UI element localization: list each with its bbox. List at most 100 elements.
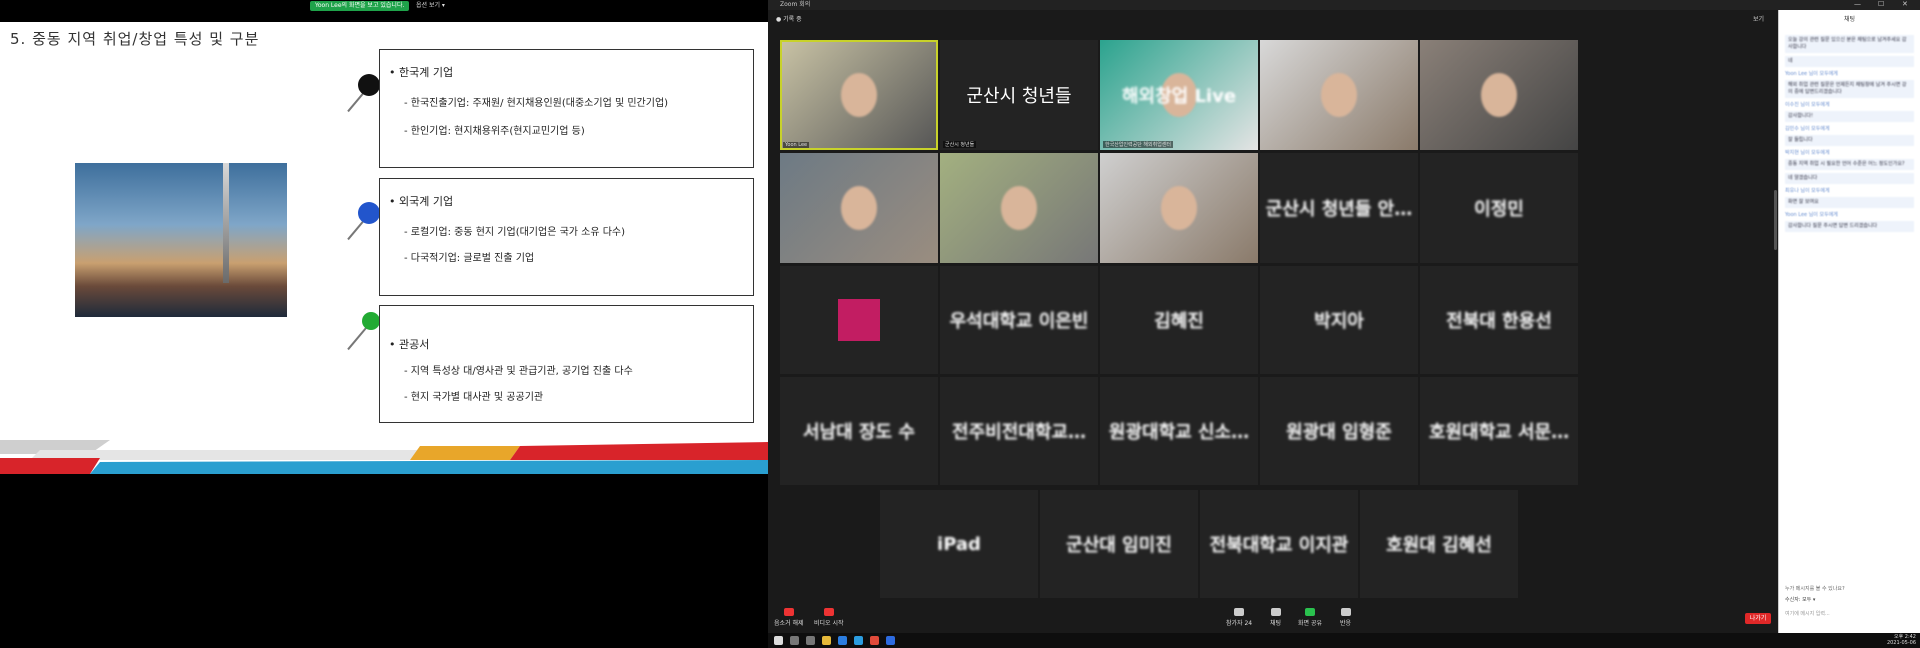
participant-face: [1001, 186, 1037, 230]
share-screen-button[interactable]: 화면 공유: [1298, 608, 1322, 627]
participant-tile[interactable]: [1420, 40, 1578, 150]
zoom-taskbar-icon[interactable]: [886, 636, 895, 645]
close-icon[interactable]: ✕: [1902, 0, 1908, 8]
burj-tower-shape: [223, 163, 229, 283]
participant-display-name: 해외창업 Live: [1121, 86, 1237, 107]
participant-name-label: Yoon Lee: [783, 142, 810, 148]
participant-tile[interactable]: Yoon Lee: [780, 40, 938, 150]
bullet-glyph: •: [389, 195, 396, 208]
chat-scrollbar[interactable]: [1774, 190, 1777, 250]
reactions-label: 반응: [1340, 620, 1352, 627]
participant-tile[interactable]: [1100, 153, 1258, 263]
participants-count: 24: [1244, 620, 1253, 627]
participants-icon: [1234, 608, 1245, 616]
view-button[interactable]: 보기: [1753, 14, 1764, 23]
chat-message: 중동 지역 취업 시 필요한 언어 수준은 어느 정도인가요?: [1785, 159, 1914, 170]
task-view-icon[interactable]: [806, 636, 815, 645]
participant-tile[interactable]: iPad: [880, 490, 1038, 598]
black-pushpin-icon: [358, 74, 380, 96]
clock-date: 2021-05-06: [1886, 640, 1916, 646]
participant-tile[interactable]: 김혜진: [1100, 266, 1258, 374]
meeting-toolbar: 음소거 해제 비디오 시작 참가자 24 채팅 화면 공유 반응: [768, 603, 1778, 633]
participant-tile[interactable]: 군산시 청년들 안…: [1260, 153, 1418, 263]
participant-display-name: 호원대학교 서문…: [1428, 422, 1570, 443]
chat-message: 감사합니다 질문 주시면 답변 드리겠습니다: [1785, 221, 1914, 232]
chat-message: 최유나 님이 모두에게: [1785, 188, 1830, 194]
chat-message: 이수진 님이 모두에게: [1785, 102, 1830, 108]
participant-tile[interactable]: 호원대 김혜선: [1360, 490, 1518, 598]
participant-tile[interactable]: 전북대 한용선: [1420, 266, 1578, 374]
unmute-button[interactable]: 음소거 해제: [774, 608, 804, 627]
recipient-select[interactable]: 모두 ▾: [1802, 597, 1815, 603]
sharing-badge: Yoon Lee의 화면을 보고 있습니다.: [310, 1, 410, 11]
participant-display-name: 전주비전대학교…: [952, 422, 1086, 443]
participant-tile[interactable]: 전주비전대학교…: [940, 377, 1098, 485]
band-red-left: [0, 458, 100, 474]
participants-button[interactable]: 참가자 24: [1226, 608, 1252, 627]
participant-tile[interactable]: [1260, 40, 1418, 150]
participant-tile[interactable]: 호원대학교 서문…: [1420, 377, 1578, 485]
leave-button[interactable]: 나가기: [1745, 613, 1771, 624]
bullet-glyph: •: [389, 66, 396, 79]
section-box-foreign: • 외국계 기업 - 로컬기업: 중동 현지 기업(대기업은 국가 소유 다수)…: [379, 178, 754, 296]
chat-message: Yoon Lee 님이 모두에게: [1785, 212, 1838, 218]
participant-display-name: 박지아: [1314, 311, 1364, 332]
chat-icon: [1270, 608, 1281, 616]
reactions-button[interactable]: 반응: [1340, 608, 1351, 627]
minimize-icon[interactable]: —: [1854, 0, 1861, 8]
participant-face: [1481, 73, 1517, 117]
system-clock: 오후 2:42 2021-05-06: [1887, 634, 1916, 646]
shared-screen-pane: Yoon Lee의 화면을 보고 있습니다. 옵션 보기 ▾ 5. 중동 지역 …: [0, 0, 768, 648]
section-item: - 다국적기업: 글로벌 진출 기업: [404, 253, 535, 264]
file-explorer-icon[interactable]: [822, 636, 831, 645]
participant-display-name: 원광대 임형준: [1286, 422, 1392, 443]
chat-button[interactable]: 채팅: [1270, 608, 1281, 627]
participant-tile[interactable]: [940, 153, 1098, 263]
participant-tile[interactable]: 군산대 임미진: [1040, 490, 1198, 598]
chat-input[interactable]: 여기에 메시지 입력...: [1785, 610, 1830, 617]
section-box-korean: • 한국계 기업 - 한국진출기업: 주재원/ 현지채용인원(대중소기업 및 민…: [379, 49, 754, 168]
participant-tile[interactable]: 원광대 임형준: [1260, 377, 1418, 485]
chat-header: 채팅: [1843, 16, 1856, 23]
participant-tile[interactable]: 원광대학교 신소…: [1100, 377, 1258, 485]
start-video-label: 비디오 시작: [814, 620, 844, 627]
participant-face: [841, 186, 877, 230]
participant-display-name: 군산대 임미진: [1066, 535, 1172, 556]
chat-message: 오늘 강의 관련 질문 있으신 분은 채팅으로 남겨주세요 감사합니다: [1785, 35, 1914, 53]
zoom-window: Zoom 회의 — ☐ ✕ ● 기록 중 보기 Yoon Lee 군산시 청년들 군…: [768, 0, 1920, 648]
edge-icon[interactable]: [854, 636, 863, 645]
participant-display-name: 전북대학교 이지관: [1209, 535, 1349, 556]
participant-display-name: 이정민: [1474, 199, 1524, 220]
participant-tile[interactable]: [780, 153, 938, 263]
participant-name-label: 한국산업인력공단 해외취업센터: [1103, 141, 1173, 148]
maximize-icon[interactable]: ☐: [1878, 0, 1884, 8]
participant-tile[interactable]: 해외창업 Live 한국산업인력공단 해외취업센터: [1100, 40, 1258, 150]
participant-tile[interactable]: 전북대학교 이지관: [1200, 490, 1358, 598]
chrome-icon[interactable]: [870, 636, 879, 645]
windows-start-icon[interactable]: [774, 636, 783, 645]
chat-visibility-note[interactable]: 누가 메시지를 볼 수 있나요?: [1785, 585, 1845, 592]
section-item: - 로컬기업: 중동 현지 기업(대기업은 국가 소유 다수): [404, 227, 626, 238]
section-box-public: • 관공서 - 지역 특성상 대/영사관 및 관급기관, 공기업 진출 다수 -…: [379, 305, 754, 423]
participant-tile[interactable]: [780, 266, 938, 374]
chat-label: 채팅: [1270, 620, 1282, 627]
participant-tile[interactable]: 군산시 청년들 군산시 청년들: [940, 40, 1098, 150]
edge-browser-icon[interactable]: [838, 636, 847, 645]
chat-message: 해외 취업 관련 질문은 언제든지 채팅창에 남겨 주시면 강의 중에 답변드리…: [1785, 80, 1914, 98]
unmute-label: 음소거 해제: [774, 620, 804, 627]
participant-display-name: 전북대 한용선: [1446, 311, 1552, 332]
slide-title: 5. 중동 지역 취업/창업 특성 및 구분: [10, 30, 260, 48]
start-video-button[interactable]: 비디오 시작: [814, 608, 844, 627]
participant-face: [1161, 186, 1197, 230]
participant-tile[interactable]: 서남대 장도 수: [780, 377, 938, 485]
participant-tile[interactable]: 이정민: [1420, 153, 1578, 263]
view-options-button[interactable]: 옵션 보기 ▾: [412, 1, 449, 11]
participant-tile[interactable]: 박지아: [1260, 266, 1418, 374]
participant-tile[interactable]: 우석대학교 이은빈: [940, 266, 1098, 374]
video-off-icon: [823, 608, 834, 616]
windows-taskbar: 오후 2:42 2021-05-06: [768, 633, 1920, 648]
reactions-icon: [1340, 608, 1351, 616]
search-icon[interactable]: [790, 636, 799, 645]
participant-display-name: 우석대학교 이은빈: [949, 311, 1089, 332]
section-item: - 지역 특성상 대/영사관 및 관급기관, 공기업 진출 다수: [404, 366, 633, 377]
